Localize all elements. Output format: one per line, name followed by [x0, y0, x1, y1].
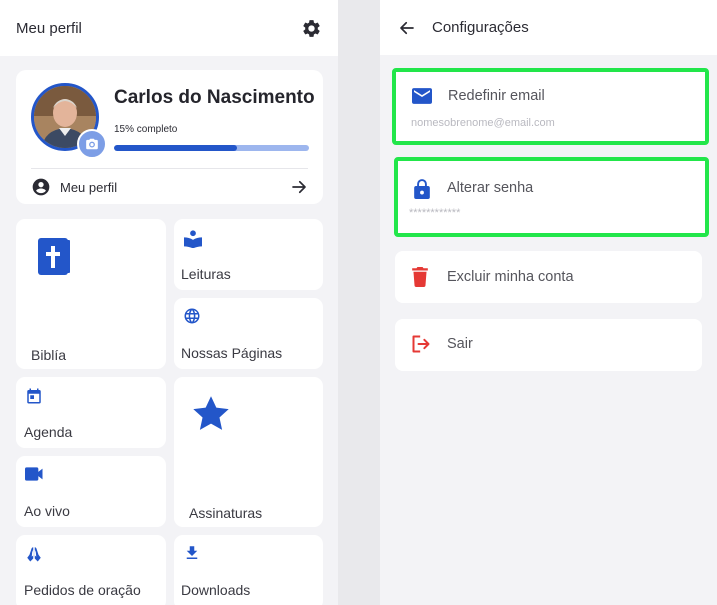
star-icon [193, 396, 229, 430]
progress-label: 15% completo [114, 124, 178, 135]
arrow-right-icon [292, 180, 306, 194]
logout-option[interactable]: Sair [395, 319, 702, 371]
email-value: nomesobrenome@email.com [411, 117, 555, 129]
tile-assinaturas-label: Assinaturas [189, 505, 263, 521]
bible-icon [38, 238, 70, 275]
camera-icon[interactable] [77, 129, 107, 159]
tile-nossas-paginas-label: Nossas Páginas [181, 345, 283, 361]
video-camera-icon [25, 467, 43, 481]
profile-progress-fill [114, 145, 237, 151]
globe-icon [184, 308, 200, 324]
password-value: ************ [409, 207, 461, 219]
tile-leituras-label: Leituras [181, 266, 231, 282]
profile-progress-bar [114, 145, 309, 151]
mail-icon [412, 88, 432, 104]
tile-pedidos-oracao[interactable]: Pedidos de oração [16, 535, 166, 605]
my-profile-link-label: Meu perfil [60, 179, 118, 195]
tile-nossas-paginas[interactable]: Nossas Páginas [174, 298, 323, 369]
praying-hands-icon [27, 547, 41, 562]
logout-icon [412, 335, 430, 353]
tile-pedidos-oracao-label: Pedidos de oração [24, 582, 141, 598]
tile-ao-vivo-label: Ao vivo [24, 503, 70, 519]
tile-downloads[interactable]: Downloads [174, 535, 323, 605]
change-password-option[interactable]: Alterar senha ************ [394, 157, 709, 237]
trash-icon [412, 267, 428, 287]
download-icon [186, 546, 198, 559]
lock-icon [414, 179, 430, 199]
gear-icon[interactable] [300, 17, 322, 39]
page-title: Configurações [432, 19, 529, 36]
divider [31, 168, 308, 169]
delete-account-option[interactable]: Excluir minha conta [395, 251, 702, 303]
reset-email-label: Redefinir email [448, 88, 545, 104]
reading-icon [184, 230, 202, 248]
delete-account-label: Excluir minha conta [447, 269, 574, 285]
tile-biblia-label: Biblía [31, 347, 67, 363]
profile-name: Carlos do Nascimento [114, 87, 315, 108]
my-profile-link[interactable]: Meu perfil [31, 174, 308, 200]
profile-header: Meu perfil [0, 0, 338, 56]
back-arrow-icon[interactable] [396, 17, 418, 39]
tile-assinaturas[interactable]: Assinaturas [174, 377, 323, 527]
tile-agenda[interactable]: Agenda [16, 377, 166, 448]
tile-biblia[interactable]: Biblía [16, 219, 166, 369]
settings-header: Configurações [380, 0, 717, 55]
profile-card: Carlos do Nascimento 15% completo Meu pe… [16, 70, 323, 204]
avatar-wrap [31, 83, 107, 159]
reset-email-option[interactable]: Redefinir email nomesobrenome@email.com [392, 68, 709, 145]
account-circle-icon [32, 178, 50, 196]
profile-screen: Meu perfil Carlos do Nascimento 15% comp… [0, 0, 338, 605]
change-password-label: Alterar senha [447, 180, 534, 196]
logout-label: Sair [447, 336, 473, 352]
tile-agenda-label: Agenda [24, 424, 73, 440]
calendar-icon [27, 388, 41, 404]
settings-screen: Configurações Redefinir email nomesobren… [380, 0, 717, 605]
tile-downloads-label: Downloads [181, 582, 251, 598]
page-title: Meu perfil [16, 19, 82, 37]
tile-leituras[interactable]: Leituras [174, 219, 323, 290]
tile-ao-vivo[interactable]: Ao vivo [16, 456, 166, 527]
